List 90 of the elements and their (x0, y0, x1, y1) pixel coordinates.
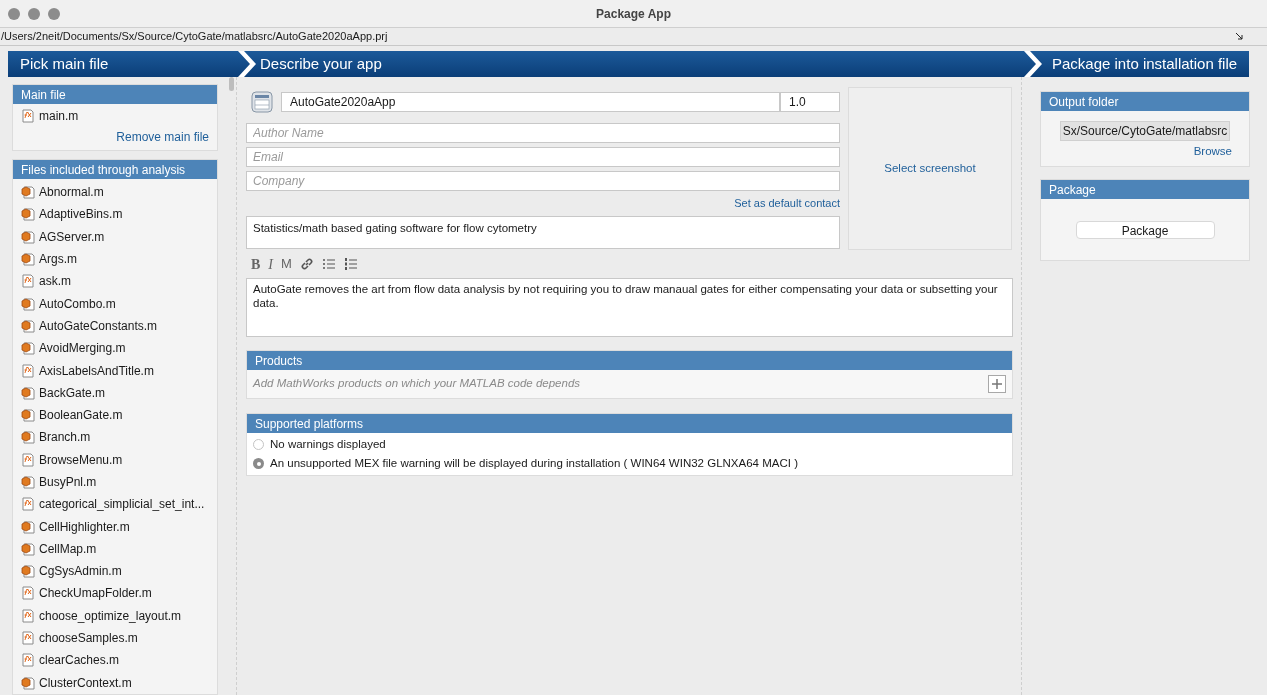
function-file-icon (21, 274, 35, 289)
file-item[interactable]: AutoGateConstants.m (13, 314, 217, 338)
section-header: Main file (13, 85, 217, 104)
function-file-icon (21, 363, 35, 378)
file-item[interactable]: CellHighlighter.m (13, 515, 217, 538)
link-icon[interactable] (299, 257, 314, 271)
package-button[interactable]: Package (1075, 221, 1215, 240)
class-file-icon (21, 185, 35, 200)
class-file-icon (21, 229, 35, 244)
file-item[interactable]: BackGate.m (13, 381, 217, 404)
output-folder-field[interactable]: Sx/Source/CytoGate/matlabsrc (1059, 121, 1231, 141)
section-header: Products (247, 351, 1012, 370)
step-chevron-icon (1022, 51, 1044, 77)
step-chevron-icon (236, 51, 258, 77)
select-screenshot-link[interactable]: Select screenshot (884, 159, 976, 178)
function-file-icon (21, 452, 35, 467)
function-file-icon (21, 608, 35, 623)
section-header: Files included through analysis (13, 160, 217, 179)
class-file-icon (21, 430, 35, 445)
scrollbar-thumb[interactable] (229, 77, 234, 91)
class-file-icon (21, 318, 35, 333)
class-file-icon (21, 408, 35, 423)
file-item[interactable]: Abnormal.m (13, 181, 217, 204)
radio-button[interactable] (253, 439, 264, 450)
file-item[interactable]: Args.m (13, 247, 217, 271)
section-header: Package (1041, 180, 1249, 200)
remove-main-file-link[interactable]: Remove main file (116, 128, 209, 146)
class-file-icon (21, 207, 35, 222)
file-item[interactable]: ClusterContext.m (13, 671, 217, 694)
file-item[interactable]: Branch.m (13, 426, 217, 449)
file-item[interactable]: AvoidMerging.m (13, 337, 217, 360)
file-item[interactable]: BooleanGate.m (13, 403, 217, 427)
bullet-list-icon[interactable] (321, 257, 336, 271)
file-item[interactable]: BrowseMenu.m (13, 448, 217, 471)
company-field[interactable]: Company (246, 171, 840, 191)
description-field[interactable]: AutoGate removes the art from flow data analysis by not requiring you to draw manaual gates for either compensating your data or subsetting your data. (246, 278, 1013, 337)
class-file-icon (21, 475, 35, 489)
function-file-icon (21, 497, 35, 512)
class-file-icon (21, 519, 35, 534)
author-field[interactable]: Author Name (246, 123, 840, 143)
function-file-icon (21, 653, 35, 668)
file-item[interactable]: categorical_simplicial_set_int... (13, 493, 217, 516)
file-item[interactable]: AutoCombo.m (13, 292, 217, 315)
file-item[interactable]: AGServer.m (13, 225, 217, 248)
resize-arrow-icon[interactable] (1236, 33, 1243, 40)
bold-button[interactable]: B (251, 253, 261, 275)
section-header: Supported platforms (247, 414, 1012, 433)
file-item[interactable]: ask.m (13, 270, 217, 293)
class-file-icon (21, 541, 35, 556)
platform-option[interactable]: No warnings displayed (247, 435, 1012, 454)
class-file-icon (21, 675, 35, 690)
app-name-field[interactable]: AutoGate2020aApp (281, 92, 780, 112)
email-field[interactable]: Email (246, 147, 840, 167)
file-item[interactable]: CgSysAdmin.m (13, 560, 217, 583)
file-item[interactable]: clearCaches.m (13, 649, 217, 672)
file-item[interactable]: AxisLabelsAndTitle.m (13, 359, 217, 382)
class-file-icon (21, 385, 35, 400)
app-window-icon[interactable] (251, 91, 273, 113)
monospace-button[interactable]: M (281, 254, 292, 274)
italic-button[interactable]: I (268, 253, 273, 275)
project-path: /Users/2neit/Documents/Sx/Source/CytoGate/matlabsrc/AutoGate2020aApp.prj (0, 29, 388, 45)
file-item[interactable]: CellMap.m (13, 537, 217, 561)
version-field[interactable]: 1.0 (780, 92, 840, 112)
radio-button[interactable] (253, 458, 264, 469)
class-file-icon (21, 252, 35, 267)
file-item[interactable]: AdaptiveBins.m (13, 203, 217, 226)
set-default-contact-link[interactable]: Set as default contact (734, 195, 840, 212)
platform-option[interactable]: An unsupported MEX file warning will be displayed during installation ( WIN64 WIN32 GLNXA64 MACI ) (247, 454, 1012, 473)
numbered-list-icon[interactable] (343, 257, 358, 271)
file-item[interactable]: CheckUmapFolder.m (13, 582, 217, 605)
step-title[interactable]: Describe your app (258, 51, 1022, 77)
plus-icon (992, 379, 1002, 389)
step-title[interactable]: Package into installation file (1044, 51, 1249, 77)
file-item[interactable]: choose_optimize_layout.m (13, 604, 217, 627)
class-file-icon (21, 564, 35, 579)
add-button[interactable] (988, 375, 1006, 393)
class-file-icon (21, 296, 35, 311)
file-item[interactable]: chooseSamples.m (13, 626, 217, 650)
function-file-icon (21, 586, 35, 601)
class-file-icon (21, 341, 35, 356)
function-file-icon (21, 631, 35, 646)
file-item[interactable]: main.m (13, 104, 217, 128)
function-file-icon (21, 109, 35, 123)
summary-field[interactable]: Statistics/math based gating software for flow cytometry (246, 215, 840, 249)
screenshot-area[interactable]: Select screenshot (848, 87, 1012, 250)
section-header: Output folder (1041, 92, 1249, 111)
step-title[interactable]: Pick main file (8, 51, 236, 77)
window-title: Package App (596, 5, 671, 23)
file-item[interactable]: BusyPnl.m (13, 470, 217, 494)
browse-link[interactable]: Browse (1193, 143, 1232, 161)
